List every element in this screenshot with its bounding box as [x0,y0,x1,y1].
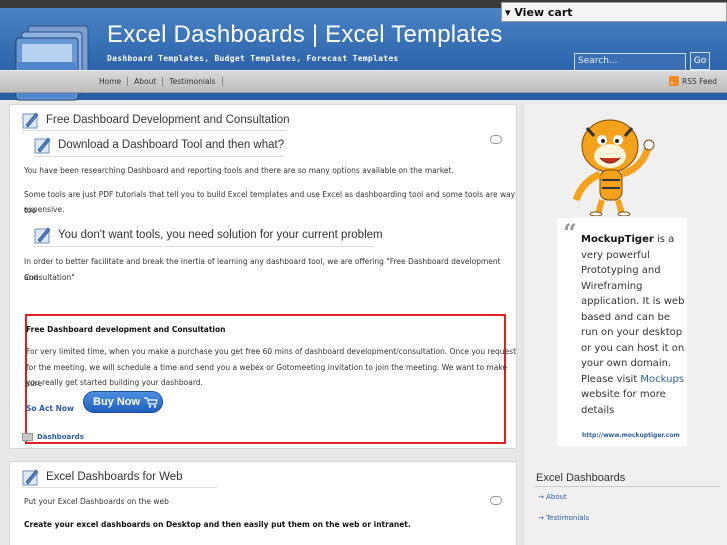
subtitle-divider [34,156,284,157]
buy-now-button[interactable]: Buy Now [83,391,163,413]
nav-about[interactable]: About [127,77,162,86]
rss-label: RSS Feed [681,76,717,86]
sidebar-link-testimonials[interactable]: → Testimonials [538,514,589,522]
post-excel-web: Excel Dashboards for Web Put your Excel … [9,461,517,545]
sidebar-link-label: Testimonials [546,514,590,522]
pencil-icon [22,112,39,129]
site-tagline: Dashboard Templates, Budget Templates, F… [107,54,399,63]
paragraph: expensive. [24,205,65,214]
tiger-mascot-icon [572,119,655,216]
mockups-link[interactable]: Mockups [640,374,684,385]
paragraph: Create your excel dashboards on Desktop … [24,520,411,529]
folder-icon [22,433,33,441]
nav-bar: Home About Testimonials RSS Feed [0,70,727,93]
subtitle-text: You don't want tools, you need solution … [58,229,383,241]
sidebar-link-label: About [546,493,567,501]
title-divider [22,487,217,488]
testimonial-body: is a very powerful Prototyping and Wiref… [581,234,685,385]
mockuptiger-url-link[interactable]: http://www.mockuptiger.com [582,432,680,439]
comment-icon[interactable] [490,496,502,505]
view-cart-button[interactable]: ▾ View cart [501,2,727,22]
sidebar-divider [534,486,720,487]
post-title-text: Excel Dashboards for Web [46,471,183,483]
buy-now-label: Buy Now [93,396,141,408]
search-input[interactable]: Search... [574,53,686,71]
testimonial-end: website for more details [581,389,666,416]
post-category: Dashboards [22,433,84,441]
nav-divider [221,77,223,86]
paragraph: Some tools are just PDF tutorials that t… [24,190,516,215]
sidebar-heading: Excel Dashboards [536,472,626,484]
brand-name: MockupTiger [581,234,654,245]
arrow-icon: → [538,493,547,501]
sidebar-link-about[interactable]: → About [538,493,567,501]
arrow-icon: → [538,514,547,522]
cart-icon [144,396,158,408]
paragraph: You have been researching Dashboard and … [24,166,454,175]
act-now-link[interactable]: So Act Now [26,401,74,417]
rss-feed-link[interactable]: RSS Feed [668,76,717,86]
comment-icon[interactable] [490,135,502,144]
promo-text: you really get started building your das… [26,378,203,387]
subtitle-text: Download a Dashboard Tool and then what? [58,139,285,151]
title-divider [22,130,287,131]
paragraph: In order to better facilitate and break … [24,257,501,282]
subtitle-solution: You don't want tools, you need solution … [34,226,383,244]
pencil-icon [22,469,39,486]
quote-icon: “ [563,218,577,247]
nav-home[interactable]: Home [93,77,127,86]
rss-icon [668,76,679,86]
pencil-icon [34,137,51,154]
subtitle-divider [34,246,374,247]
post-free-dashboard: Free Dashboard Development and Consultat… [9,104,517,449]
post-title[interactable]: Excel Dashboards for Web [22,468,183,486]
paragraph: Consultation" [24,273,75,282]
promo-text: For very limited time, when you make a p… [26,347,517,356]
subtitle-download: Download a Dashboard Tool and then what? [34,136,284,154]
search-go-button[interactable]: Go [690,52,710,70]
post-title-text: Free Dashboard Development and Consultat… [46,114,290,126]
testimonial-text: MockupTiger is a very powerful Prototypi… [581,232,689,418]
promo-heading: Free Dashboard development and Consultat… [26,325,226,334]
nav-testimonials[interactable]: Testimonials [162,77,221,86]
site-title[interactable]: Excel Dashboards | Excel Templates [107,21,502,49]
paragraph: Put your Excel Dashboards on the web [24,497,169,506]
category-link[interactable]: Dashboards [37,433,84,441]
post-title[interactable]: Free Dashboard Development and Consultat… [22,111,290,129]
pencil-icon [34,227,51,244]
